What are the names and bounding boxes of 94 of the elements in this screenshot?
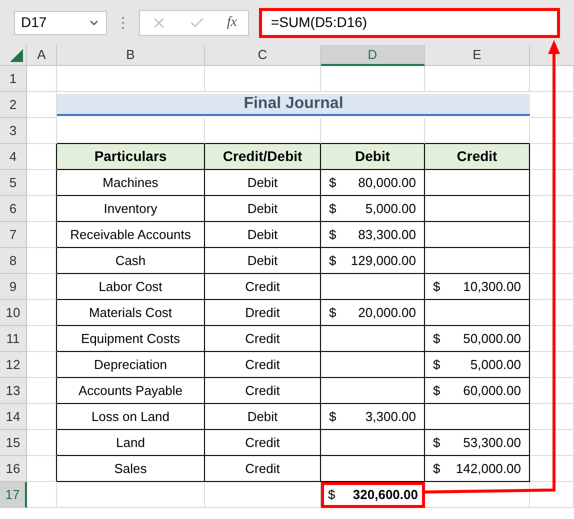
insert-function-button[interactable]: fx xyxy=(226,12,237,33)
table-cell: Materials Cost xyxy=(57,300,205,326)
row-header[interactable]: 6 xyxy=(0,196,27,222)
name-box[interactable]: D17 xyxy=(14,10,107,34)
table-cell: Land xyxy=(57,430,205,456)
amount: 50,000.00 xyxy=(463,330,521,348)
table-cell: Credit xyxy=(205,456,321,482)
row-header[interactable]: 16 xyxy=(0,456,27,482)
row-header[interactable]: 1 xyxy=(0,66,27,92)
row-header[interactable]: 9 xyxy=(0,274,27,300)
table-cell: Receivable Accounts xyxy=(57,222,205,248)
row-header[interactable]: 13 xyxy=(0,378,27,404)
table-cell: Credit xyxy=(205,430,321,456)
grid-cell[interactable] xyxy=(27,196,57,222)
table-cell: Inventory xyxy=(57,196,205,222)
grid-cell[interactable] xyxy=(27,170,57,196)
amount: 5,000.00 xyxy=(470,356,521,374)
amount: 5,000.00 xyxy=(365,200,416,218)
amount: 142,000.00 xyxy=(456,460,521,478)
table-cell: Equipment Costs xyxy=(57,326,205,352)
row-header[interactable]: 12 xyxy=(0,352,27,378)
currency-symbol: $ xyxy=(433,434,440,452)
table-cell: Loss on Land xyxy=(57,404,205,430)
column-heading: Credit xyxy=(425,144,530,170)
currency-symbol: $ xyxy=(329,252,336,270)
row-header[interactable]: 17 xyxy=(0,482,27,508)
grid-cell[interactable] xyxy=(27,274,57,300)
row-header[interactable]: 2 xyxy=(0,92,27,118)
row-header[interactable]: 11 xyxy=(0,326,27,352)
amount: 20,000.00 xyxy=(358,304,416,322)
row-header[interactable]: 15 xyxy=(0,430,27,456)
row-header[interactable]: 10 xyxy=(0,300,27,326)
table-cell: Debit xyxy=(205,222,321,248)
formula-field[interactable]: =SUM(D5:D16) xyxy=(259,8,560,38)
amount: 83,300.00 xyxy=(358,226,416,244)
column-header[interactable]: E xyxy=(425,45,530,66)
table-cell: Sales xyxy=(57,456,205,482)
column-heading: Credit/Debit xyxy=(205,144,321,170)
currency-symbol: $ xyxy=(433,382,440,400)
table-cell: Dredit xyxy=(205,300,321,326)
amount: 10,300.00 xyxy=(463,278,521,296)
table-cell: Accounts Payable xyxy=(57,378,205,404)
grid-cell[interactable] xyxy=(27,456,57,482)
table-cell: Debit xyxy=(205,248,321,274)
currency-symbol: $ xyxy=(329,174,336,192)
currency-symbol: $ xyxy=(329,408,336,426)
grid-cell[interactable] xyxy=(27,378,57,404)
row-header[interactable]: 5 xyxy=(0,170,27,196)
table-cell: Credit xyxy=(205,378,321,404)
amount: 3,300.00 xyxy=(365,408,416,426)
table-cell: Debit xyxy=(205,404,321,430)
table-cell: Credit xyxy=(205,326,321,352)
grid-cell[interactable] xyxy=(27,300,57,326)
grid-cell[interactable] xyxy=(27,404,57,430)
column-header[interactable]: A xyxy=(27,45,57,66)
table-cell: Debit xyxy=(205,196,321,222)
currency-symbol: $ xyxy=(329,226,336,244)
grid-cell[interactable] xyxy=(27,326,57,352)
title-banner: Final Journal xyxy=(57,94,530,116)
amount: 129,000.00 xyxy=(350,252,416,270)
column-heading: Particulars xyxy=(57,144,205,170)
currency-symbol: $ xyxy=(433,460,440,478)
currency-symbol: $ xyxy=(433,278,440,296)
currency-symbol: $ xyxy=(329,200,336,218)
amount: 320,600.00 xyxy=(352,486,418,504)
row-header[interactable]: 3 xyxy=(0,118,27,144)
column-heading: Debit xyxy=(321,144,425,170)
currency-symbol: $ xyxy=(328,486,336,504)
row-header[interactable]: 8 xyxy=(0,248,27,274)
table-cell: Depreciation xyxy=(57,352,205,378)
grid-cell[interactable] xyxy=(27,248,57,274)
currency-symbol: $ xyxy=(329,304,336,322)
selected-cell[interactable]: $ 320,600.00 xyxy=(321,482,425,508)
table-cell: Machines xyxy=(57,170,205,196)
select-all-icon[interactable] xyxy=(10,49,23,62)
grid-cell[interactable] xyxy=(27,430,57,456)
currency-symbol: $ xyxy=(433,330,440,348)
row-header[interactable]: 4 xyxy=(0,144,27,170)
row-header[interactable]: 14 xyxy=(0,404,27,430)
table-cell: Credit xyxy=(205,274,321,300)
amount: 53,300.00 xyxy=(463,434,521,452)
column-header[interactable]: D xyxy=(321,45,425,66)
table-cell: Credit xyxy=(205,352,321,378)
more-options-icon[interactable] xyxy=(121,16,125,30)
amount: 60,000.00 xyxy=(463,382,521,400)
grid-cell[interactable] xyxy=(27,352,57,378)
currency-symbol: $ xyxy=(433,356,440,374)
column-header[interactable]: B xyxy=(57,45,205,66)
table-cell: Debit xyxy=(205,170,321,196)
amount: 80,000.00 xyxy=(358,174,416,192)
table-cell: Labor Cost xyxy=(57,274,205,300)
grid-cell[interactable] xyxy=(27,222,57,248)
row-header[interactable]: 7 xyxy=(0,222,27,248)
table-cell: Cash xyxy=(57,248,205,274)
